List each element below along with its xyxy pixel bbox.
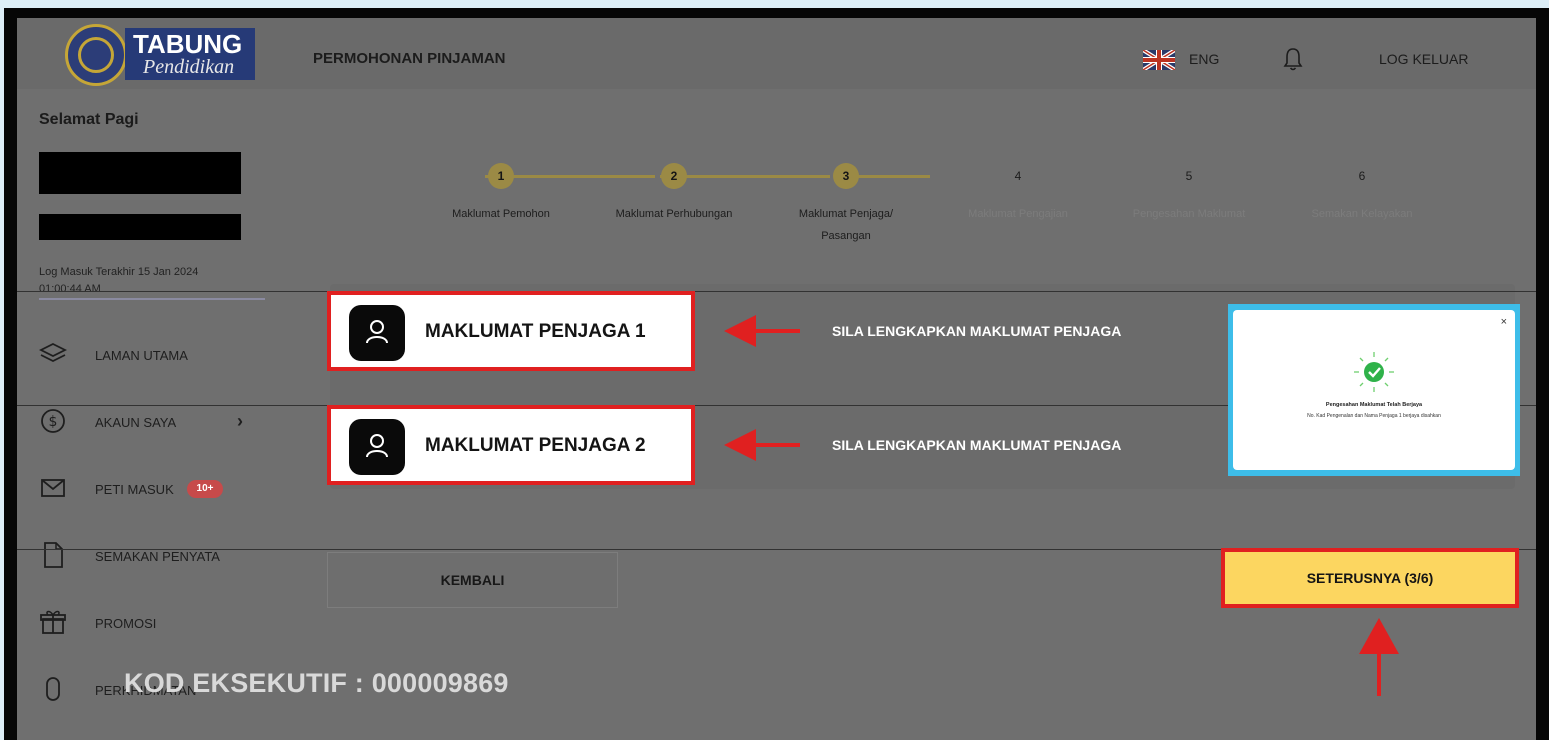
mail-icon xyxy=(41,479,65,497)
sidebar-item-semakan-penyata[interactable]: SEMAKAN PENYATA xyxy=(39,537,279,577)
screenshot-frame: TABUNG Pendidikan PERMOHONAN PINJAMAN EN… xyxy=(4,8,1549,740)
step-1-indicator: 1 xyxy=(488,163,514,189)
step-4-label: Maklumat Pengajian xyxy=(968,208,1068,220)
arrow-left-icon xyxy=(724,429,800,461)
guardian-1-card[interactable]: MAKLUMAT PENJAGA 1 xyxy=(327,291,695,371)
success-popup: × Pengesahan Maklumat Telah Berjaya No. … xyxy=(1228,304,1520,476)
mouse-icon xyxy=(46,677,60,701)
step-2-indicator: 2 xyxy=(661,163,687,189)
notification-bell-icon[interactable] xyxy=(1282,46,1304,72)
tabung-pendidikan-logo[interactable]: TABUNG Pendidikan xyxy=(65,24,255,86)
step-6-indicator: 6 xyxy=(1358,169,1366,183)
step-5-indicator: 5 xyxy=(1185,169,1193,183)
sidebar-item-label: LAMAN UTAMA xyxy=(95,348,188,363)
sidebar-item-promosi[interactable]: PROMOSI xyxy=(39,604,279,644)
logout-link[interactable]: LOG KELUAR xyxy=(1379,51,1468,67)
step-5-label: Pengesahan Maklumat xyxy=(1132,208,1246,220)
popup-message: No. Kad Pengenalan dan Nama Penjaga 1 be… xyxy=(1307,413,1441,419)
back-button[interactable]: KEMBALI xyxy=(327,552,618,608)
sidebar-item-label: SEMAKAN PENYATA xyxy=(95,549,220,564)
guardian-1-label: MAKLUMAT PENJAGA 1 xyxy=(425,321,646,342)
guardian-2-card[interactable]: MAKLUMAT PENJAGA 2 xyxy=(327,405,695,485)
step-3-label-line1: Maklumat Penjaga/ xyxy=(798,208,894,220)
user-icon xyxy=(349,419,405,475)
sidebar-item-akaun-saya[interactable]: $ AKAUN SAYA › xyxy=(39,403,279,443)
last-login-info: Log Masuk Terakhir 15 Jan 2024 01:00:44 … xyxy=(39,264,279,298)
guardian-2-note: SILA LENGKAPKAN MAKLUMAT PENJAGA xyxy=(832,437,1122,453)
step-3-label-line2: Pasangan xyxy=(821,230,871,242)
sidebar-item-label: AKAUN SAYA xyxy=(95,415,177,430)
step-4-indicator: 4 xyxy=(1014,169,1022,183)
gift-icon xyxy=(40,610,66,634)
next-button[interactable]: SETERUSNYA (3/6) xyxy=(1221,548,1519,608)
layers-icon xyxy=(39,342,67,363)
language-selector[interactable]: ENG xyxy=(1189,51,1219,67)
chevron-right-icon: › xyxy=(237,411,243,431)
sidebar-item-laman-utama[interactable]: LAMAN UTAMA xyxy=(39,336,279,376)
page-title: PERMOHONAN PINJAMAN xyxy=(313,50,506,67)
executive-code: KOD EKSEKUTIF : 000009869 xyxy=(124,668,509,698)
logo-seal-icon xyxy=(65,24,127,86)
arrow-left-icon xyxy=(724,315,800,347)
greeting-text: Selamat Pagi xyxy=(39,111,139,128)
svg-text:$: $ xyxy=(49,414,58,430)
uk-flag-icon[interactable] xyxy=(1143,50,1175,70)
top-bar: TABUNG Pendidikan PERMOHONAN PINJAMAN EN… xyxy=(17,18,1536,89)
guardian-1-note: SILA LENGKAPKAN MAKLUMAT PENJAGA xyxy=(832,323,1122,339)
sidebar-divider xyxy=(39,298,265,300)
app-screen: TABUNG Pendidikan PERMOHONAN PINJAMAN EN… xyxy=(17,18,1536,740)
sidebar-item-peti-masuk[interactable]: PETI MASUK 10+ xyxy=(39,470,279,510)
logo-wordmark: TABUNG Pendidikan xyxy=(125,28,255,80)
step-2-label: Maklumat Perhubungan xyxy=(615,208,733,220)
step-3-label: Maklumat Penjaga/ Pasangan xyxy=(771,203,921,247)
step-3-indicator: 3 xyxy=(833,163,859,189)
sidebar-item-label: PETI MASUK xyxy=(95,482,174,497)
step-6-label: Semakan Kelayakan xyxy=(1311,208,1413,220)
dollar-circle-icon: $ xyxy=(41,409,65,433)
popup-body: × Pengesahan Maklumat Telah Berjaya No. … xyxy=(1233,310,1515,470)
redacted-id-block xyxy=(39,214,241,240)
user-icon xyxy=(349,305,405,361)
success-check-icon xyxy=(1354,352,1394,392)
guardian-2-label: MAKLUMAT PENJAGA 2 xyxy=(425,435,646,456)
popup-title: Pengesahan Maklumat Telah Berjaya xyxy=(1325,402,1423,408)
document-icon xyxy=(44,542,63,568)
sidebar: Selamat Pagi Log Masuk Terakhir 15 Jan 2… xyxy=(17,89,295,740)
arrow-up-icon xyxy=(1359,618,1399,696)
logo-word-2: Pendidikan xyxy=(143,56,235,78)
redacted-name-block xyxy=(39,152,241,194)
sidebar-item-label: PROMOSI xyxy=(95,616,157,631)
unread-count-badge: 10+ xyxy=(187,480,223,498)
divider-line xyxy=(17,291,1536,292)
last-login-date: Log Masuk Terakhir 15 Jan 2024 xyxy=(39,266,199,278)
last-login-time: 01:00:44 AM xyxy=(39,283,101,295)
step-1-label: Maklumat Pemohon xyxy=(452,208,550,220)
close-icon[interactable]: × xyxy=(1501,316,1507,328)
